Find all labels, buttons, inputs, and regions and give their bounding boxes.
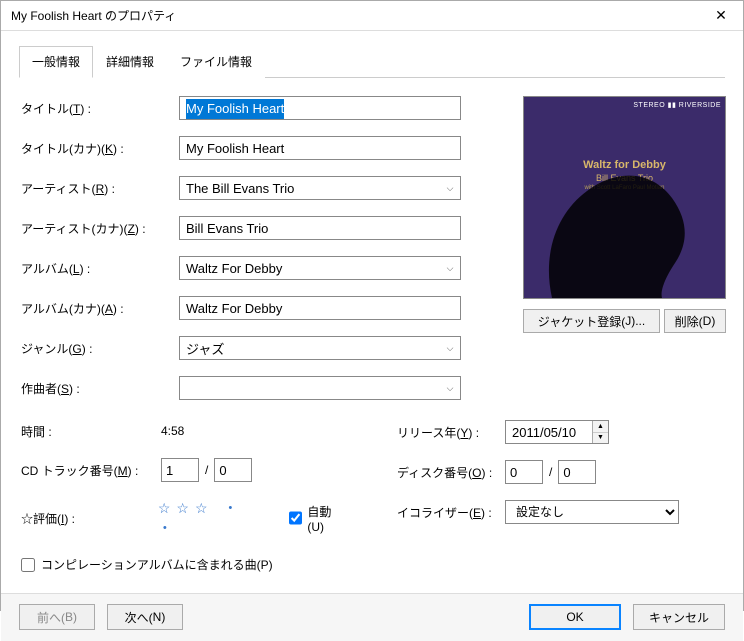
label-artist: アーティスト(R) : [21,180,179,197]
prev-button[interactable]: 前へ(B) [19,604,95,630]
cover-delete-button[interactable]: 削除(D) [664,309,726,333]
eq-select[interactable]: 設定なし [505,500,679,524]
label-composer: 作曲者(S) : [21,380,179,397]
rating-stars[interactable]: ☆☆☆ ・ ・ [158,498,271,538]
label-title: タイトル(T) : [21,100,179,117]
disc-of-input[interactable] [558,460,596,484]
slash-text: / [543,465,558,479]
cover-register-button[interactable]: ジャケット登録(J)... [523,309,660,333]
tab-strip: 一般情報 詳細情報 ファイル情報 [19,45,725,78]
window-title: My Foolish Heart のプロパティ [11,7,699,24]
release-date-input[interactable] [506,421,592,443]
label-auto: 自動(U) [307,503,347,534]
disc-num-input[interactable] [505,460,543,484]
tab-detail[interactable]: 詳細情報 [93,46,167,78]
label-title-kana: タイトル(カナ)(K) : [21,140,179,157]
ok-button[interactable]: OK [529,604,621,630]
label-compilation: コンピレーションアルバムに含まれる曲(P) [41,556,273,573]
label-genre: ジャンル(G) : [21,340,179,357]
title-input[interactable]: My Foolish Heart [179,96,461,120]
spin-up-button[interactable]: ▲ [593,421,608,433]
close-button[interactable]: ✕ [699,1,743,31]
label-release: リリース年(Y) : [397,424,505,441]
composer-input[interactable] [179,376,461,400]
auto-checkbox[interactable] [289,511,303,525]
label-artist-kana: アーティスト(カナ)(Z) : [21,220,179,237]
label-time: 時間 : [21,423,161,440]
tab-file[interactable]: ファイル情報 [167,46,265,78]
album-kana-input[interactable] [179,296,461,320]
label-album: アルバム(L) : [21,260,179,277]
label-rating: ☆評価(I) : [21,510,158,527]
cover-brand-text: STEREO ▮▮ RIVERSIDE [633,101,721,109]
artist-input[interactable] [179,176,461,200]
label-album-kana: アルバム(カナ)(A) : [21,300,179,317]
spin-down-button[interactable]: ▼ [593,433,608,444]
album-cover: STEREO ▮▮ RIVERSIDE Waltz for Debby Bill… [523,96,726,299]
artist-kana-input[interactable] [179,216,461,240]
title-kana-input[interactable] [179,136,461,160]
next-button[interactable]: 次へ(N) [107,604,183,630]
label-cdtrack: CD トラック番号(M) : [21,462,161,479]
label-disc: ディスク番号(O) : [397,464,505,481]
time-value: 4:58 [161,424,184,438]
genre-input[interactable] [179,336,461,360]
silhouette-icon [532,163,702,298]
cdtrack-of-input[interactable] [214,458,252,482]
slash-text: / [199,463,214,477]
cdtrack-num-input[interactable] [161,458,199,482]
cancel-button[interactable]: キャンセル [633,604,725,630]
compilation-checkbox[interactable] [21,558,35,572]
label-eq: イコライザー(E) : [397,504,505,521]
tab-general[interactable]: 一般情報 [19,46,93,78]
album-input[interactable] [179,256,461,280]
